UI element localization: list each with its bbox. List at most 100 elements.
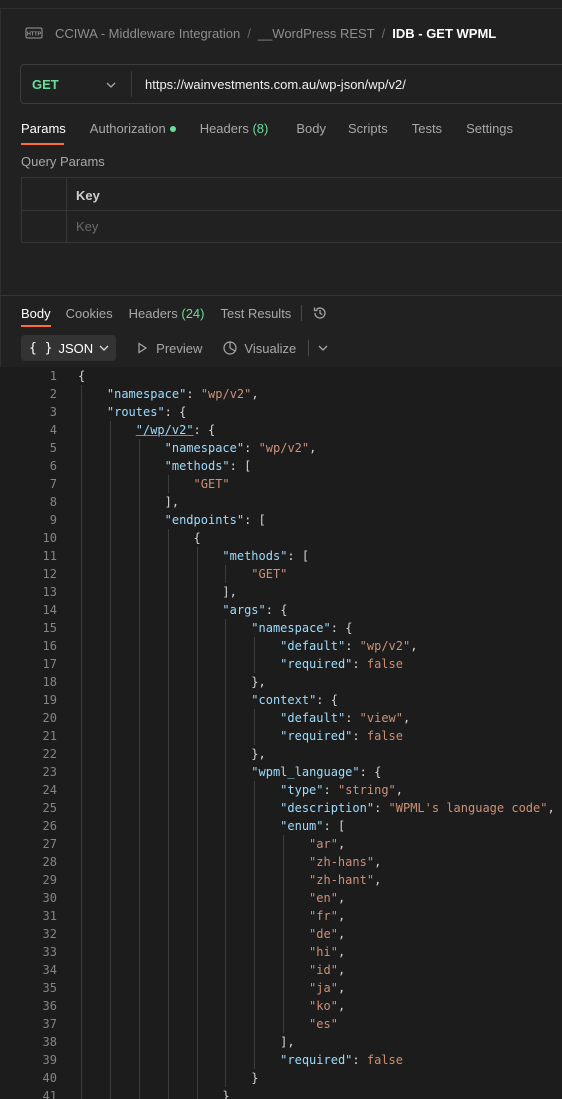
code-text: "fr", bbox=[309, 907, 345, 925]
active-tab-indicator bbox=[21, 143, 64, 145]
code-line: 22}, bbox=[0, 745, 562, 763]
json-key: "context" bbox=[251, 693, 317, 707]
json-string: "ja" bbox=[309, 981, 338, 995]
code-line: 12 "GET" bbox=[0, 565, 562, 583]
code-line: 11 "methods": [ bbox=[0, 547, 562, 565]
format-select[interactable]: { } JSON bbox=[21, 335, 117, 361]
json-punctuation: , bbox=[337, 945, 346, 959]
indent-guide bbox=[197, 547, 198, 1099]
json-key: "required" bbox=[280, 657, 353, 671]
json-punctuation: , bbox=[309, 441, 317, 455]
json-key: "namespace" bbox=[164, 441, 245, 455]
code-text: "required": false bbox=[280, 1051, 403, 1069]
line-number: 22 bbox=[42, 747, 57, 761]
tab-params[interactable]: Params bbox=[21, 121, 66, 139]
json-punctuation: : bbox=[345, 639, 360, 653]
json-punctuation: : bbox=[374, 801, 389, 815]
json-string: "ar" bbox=[309, 837, 338, 851]
json-punctuation: }, bbox=[251, 675, 266, 689]
response-toolbar: { } JSON Preview Visualize bbox=[21, 335, 329, 361]
response-tab-test-results[interactable]: Test Results bbox=[221, 306, 292, 321]
json-punctuation: : { bbox=[193, 423, 216, 437]
code-line: 29 "zh-hant", bbox=[0, 871, 562, 889]
code-text: "namespace": { bbox=[251, 619, 352, 637]
tab-settings[interactable]: Settings bbox=[466, 121, 513, 139]
request-name[interactable]: IDB - GET WPML bbox=[392, 26, 496, 41]
url-input[interactable]: https://wainvestments.com.au/wp-json/wp/… bbox=[145, 77, 406, 92]
code-text: "required": false bbox=[280, 727, 403, 745]
json-punctuation: { bbox=[78, 369, 86, 383]
code-line: 3 "routes": { bbox=[0, 403, 562, 421]
json-string: "de" bbox=[309, 927, 338, 941]
code-text: "GET" bbox=[251, 565, 287, 583]
line-number: 26 bbox=[42, 819, 57, 833]
json-string: "GET" bbox=[251, 567, 288, 581]
tab-body[interactable]: Body bbox=[296, 121, 326, 139]
line-number: 7 bbox=[49, 477, 57, 491]
json-punctuation: , bbox=[403, 711, 411, 725]
tab-scripts[interactable]: Scripts bbox=[348, 121, 388, 139]
toolbar-divider bbox=[308, 340, 310, 356]
line-number: 30 bbox=[42, 891, 57, 905]
code-line: 6 "methods": [ bbox=[0, 457, 562, 475]
pane-divider[interactable] bbox=[0, 295, 562, 296]
indent-guide bbox=[168, 529, 169, 1099]
chevron-down-icon[interactable] bbox=[105, 79, 117, 91]
indent-guide bbox=[81, 385, 82, 1099]
json-boolean: false bbox=[366, 1053, 403, 1067]
code-text: "ja", bbox=[309, 979, 345, 997]
preview-button[interactable]: Preview bbox=[136, 341, 202, 356]
breadcrumb-folder[interactable]: __WordPress REST bbox=[258, 26, 375, 41]
code-text: } bbox=[251, 1069, 258, 1087]
line-number: 20 bbox=[42, 711, 57, 725]
json-punctuation: ], bbox=[222, 585, 237, 599]
code-text: ], bbox=[165, 493, 179, 511]
format-label: JSON bbox=[58, 340, 94, 356]
breadcrumb-separator: / bbox=[381, 25, 386, 41]
json-boolean: false bbox=[366, 657, 403, 671]
code-text: "enum": [ bbox=[280, 817, 345, 835]
indent-guide bbox=[254, 637, 255, 673]
json-string: "en" bbox=[309, 891, 338, 905]
key-input[interactable]: Key bbox=[76, 219, 98, 234]
json-key: "required" bbox=[280, 729, 353, 743]
code-text: "methods": [ bbox=[222, 547, 309, 565]
json-punctuation: : { bbox=[359, 765, 382, 779]
json-string: "fr" bbox=[309, 909, 338, 923]
json-boolean: false bbox=[366, 729, 403, 743]
json-punctuation: : bbox=[352, 657, 367, 671]
json-punctuation: { bbox=[193, 531, 201, 545]
line-number: 32 bbox=[42, 927, 57, 941]
query-params-title: Query Params bbox=[21, 154, 105, 169]
json-string: "wp/v2" bbox=[200, 387, 252, 401]
json-punctuation: , bbox=[337, 837, 346, 851]
indent-guide bbox=[110, 421, 111, 1099]
json-punctuation: , bbox=[410, 639, 418, 653]
code-text: "ko", bbox=[309, 997, 345, 1015]
tab-tests[interactable]: Tests bbox=[412, 121, 442, 139]
line-number: 11 bbox=[42, 549, 57, 563]
code-text: "required": false bbox=[280, 655, 403, 673]
line-number: 9 bbox=[49, 513, 57, 527]
response-tab-cookies[interactable]: Cookies bbox=[66, 306, 113, 321]
line-number: 13 bbox=[42, 585, 57, 599]
response-tab-headers[interactable]: Headers (24) bbox=[129, 306, 205, 321]
response-body-editor[interactable]: 1{2 "namespace": "wp/v2", 3 "routes": {4 "/w… bbox=[0, 367, 562, 1099]
table-divider bbox=[22, 210, 562, 211]
json-punctuation: } bbox=[222, 1089, 230, 1099]
history-icon[interactable] bbox=[312, 305, 328, 321]
json-punctuation: : bbox=[345, 711, 360, 725]
tab-authorization[interactable]: Authorization bbox=[90, 121, 176, 139]
code-text: "/wp/v2": { bbox=[136, 421, 215, 439]
response-tab-body[interactable]: Body bbox=[21, 306, 51, 321]
visualize-button[interactable]: Visualize bbox=[222, 340, 296, 356]
code-text: { bbox=[194, 529, 201, 547]
json-key: "required" bbox=[280, 1053, 353, 1067]
json-punctuation: , bbox=[251, 387, 259, 401]
tab-headers[interactable]: Headers (8) bbox=[200, 121, 269, 139]
breadcrumb-collection[interactable]: CCIWA - Middleware Integration bbox=[55, 26, 240, 41]
chevron-down-icon[interactable] bbox=[317, 342, 329, 354]
json-string: "zh-hant" bbox=[309, 873, 375, 887]
json-punctuation: : { bbox=[265, 603, 288, 617]
method-select[interactable]: GET bbox=[32, 77, 59, 92]
